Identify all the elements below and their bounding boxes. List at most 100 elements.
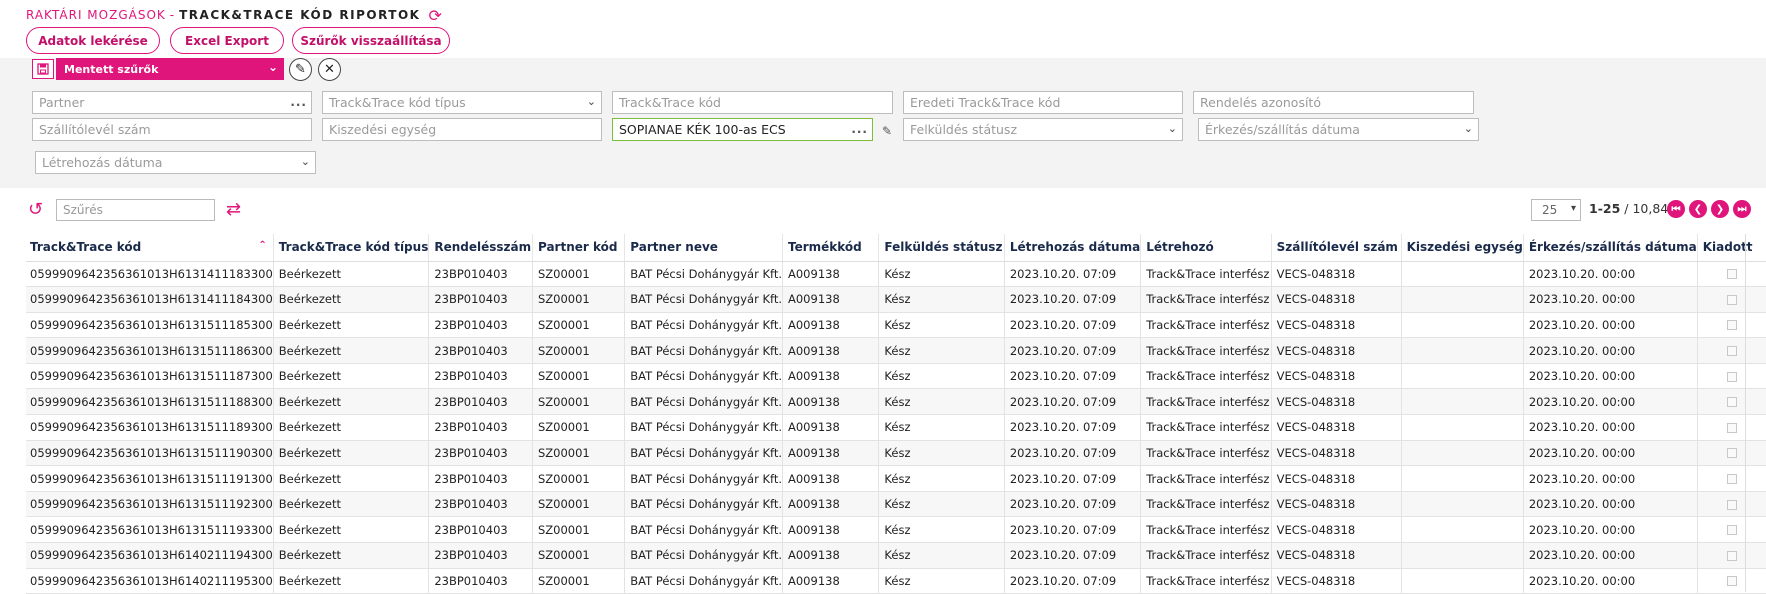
- cell-partner-code: SZ00001: [531, 312, 625, 339]
- table-row[interactable]: 0599909642356361013H6131511191300 Beérkez…: [26, 465, 1766, 492]
- cell-order-number: 23BP010403: [428, 312, 533, 339]
- tt-type-select[interactable]: Track&Trace kód típus ⌄: [322, 91, 602, 114]
- column-header-arrival-date[interactable]: Érkezés/szállítás dátuma: [1522, 234, 1698, 262]
- issued-checkbox[interactable]: [1726, 397, 1737, 408]
- last-page-button[interactable]: ⏭: [1733, 200, 1751, 218]
- table-row[interactable]: 0599909642356361013H6140211195300 Beérkez…: [26, 568, 1766, 594]
- cell-tt-type: Beérkezett: [272, 491, 429, 518]
- cell-send-status: Kész: [878, 568, 1005, 594]
- last-page-icon: ⏭: [1737, 203, 1747, 215]
- column-header-order-number[interactable]: Rendelésszám: [428, 234, 533, 262]
- sort-asc-icon[interactable]: ⌃: [258, 240, 266, 251]
- table-row[interactable]: 0599909642356361013H6131411183300 Beérkez…: [26, 261, 1766, 288]
- issued-checkbox[interactable]: [1726, 499, 1737, 510]
- cell-arrival-date: 2023.10.20. 00:00: [1522, 491, 1698, 518]
- more-icon[interactable]: ...: [851, 122, 868, 136]
- column-header-unit[interactable]: Kiszedési egység: [1400, 234, 1524, 262]
- column-header-creator[interactable]: Létrehozó: [1140, 234, 1272, 262]
- issued-checkbox[interactable]: [1726, 448, 1737, 459]
- issued-checkbox[interactable]: [1726, 294, 1737, 305]
- column-header-send-status[interactable]: Felküldés státusz: [878, 234, 1005, 262]
- chevron-down-icon: ▾: [1570, 203, 1576, 214]
- cell-partner-code: SZ00001: [531, 261, 625, 288]
- cell-product-code: A009138: [781, 542, 879, 569]
- cell-order-number: 23BP010403: [428, 286, 533, 313]
- column-header-partner-code[interactable]: Partner kód: [531, 234, 625, 262]
- cell-partner-code: SZ00001: [531, 440, 625, 467]
- table-row[interactable]: 0599909642356361013H6140211194300 Beérkez…: [26, 542, 1766, 569]
- send-status-select[interactable]: Felküldés státusz ⌄: [903, 118, 1183, 141]
- breadcrumb-parent[interactable]: RAKTÁRI MOZGÁSOK: [26, 8, 166, 22]
- cell-unit: [1400, 337, 1524, 364]
- table-row[interactable]: 0599909642356361013H6131511189300 Beérkez…: [26, 414, 1766, 441]
- product-field[interactable]: SOPIANAE KÉK 100-as ECS ...: [612, 118, 873, 141]
- first-page-button[interactable]: ⏮: [1667, 200, 1685, 218]
- delete-saved-filter-button[interactable]: ✕: [318, 58, 341, 81]
- reset-icon[interactable]: ↺: [28, 199, 43, 220]
- arrival-date-select[interactable]: Érkezés/szállítás dátuma ⌄: [1198, 118, 1479, 141]
- excel-export-button[interactable]: Excel Export: [170, 27, 284, 54]
- cell-delivery-note: VECS-048318: [1270, 440, 1402, 467]
- tt-code-input[interactable]: Track&Trace kód: [612, 91, 893, 114]
- table-row[interactable]: 0599909642356361013H6131511192300 Beérkez…: [26, 491, 1766, 518]
- column-header-created-date[interactable]: Létrehozás dátuma: [1003, 234, 1141, 262]
- table-row[interactable]: 0599909642356361013H6131511188300 Beérkez…: [26, 388, 1766, 416]
- cell-product-code: A009138: [781, 440, 879, 467]
- more-icon[interactable]: ...: [290, 95, 307, 109]
- column-header-tt-code[interactable]: Track&Trace kód ⌃: [26, 234, 274, 262]
- issued-checkbox[interactable]: [1726, 474, 1737, 485]
- chevron-down-icon: ⌄: [300, 155, 310, 168]
- saved-filters-select[interactable]: Mentett szűrők ⌄: [56, 58, 284, 80]
- cell-creator: Track&Trace interfész: [1140, 491, 1272, 518]
- issued-checkbox[interactable]: [1726, 550, 1737, 561]
- unit-input[interactable]: Kiszedési egység: [322, 118, 602, 141]
- orig-tt-code-placeholder: Eredeti Track&Trace kód: [910, 95, 1061, 110]
- edit-icon[interactable]: ✎: [882, 124, 892, 138]
- chevron-down-icon: ⌄: [586, 95, 596, 108]
- page-size-value: 25: [1542, 203, 1558, 217]
- save-filter-icon[interactable]: [32, 59, 54, 79]
- swap-icon[interactable]: ⇄: [226, 199, 241, 220]
- prev-page-button[interactable]: ❮: [1689, 200, 1707, 218]
- order-id-input[interactable]: Rendelés azonosító: [1193, 91, 1474, 114]
- reset-filters-button[interactable]: Szűrők visszaállítása: [292, 27, 450, 54]
- orig-tt-code-input[interactable]: Eredeti Track&Trace kód: [903, 91, 1183, 114]
- cell-delivery-note: VECS-048318: [1270, 337, 1402, 364]
- page-size-select[interactable]: 25 ▾: [1531, 199, 1581, 221]
- unit-placeholder: Kiszedési egység: [329, 122, 437, 137]
- created-date-select[interactable]: Létrehozás dátuma ⌄: [35, 151, 316, 174]
- close-icon: ✕: [324, 62, 335, 77]
- column-header-delivery-note[interactable]: Szállítólevél szám: [1270, 234, 1402, 262]
- column-header-issued[interactable]: Kiadott: [1696, 234, 1766, 262]
- cell-order-number: 23BP010403: [428, 542, 533, 569]
- cell-unit: [1400, 414, 1524, 441]
- edit-saved-filter-button[interactable]: ✎: [289, 58, 312, 81]
- refresh-icon[interactable]: ⟳: [428, 6, 442, 25]
- next-page-button[interactable]: ❯: [1711, 200, 1729, 218]
- fetch-data-button[interactable]: Adatok lekérése: [26, 27, 160, 54]
- cell-creator: Track&Trace interfész: [1140, 568, 1272, 594]
- search-input[interactable]: Szűrés: [56, 199, 215, 221]
- table-row[interactable]: 0599909642356361013H6131511185300 Beérkez…: [26, 312, 1766, 339]
- cell-delivery-note: VECS-048318: [1270, 388, 1402, 416]
- cell-partner-name: BAT Pécsi Dohánygyár Kft.: [624, 516, 783, 544]
- table-row[interactable]: 0599909642356361013H6131511190300 Beérkez…: [26, 440, 1766, 467]
- issued-checkbox[interactable]: [1726, 422, 1737, 433]
- cell-partner-code: SZ00001: [531, 286, 625, 313]
- issued-checkbox[interactable]: [1726, 269, 1737, 280]
- delivery-note-input[interactable]: Szállítólevél szám: [32, 118, 312, 141]
- issued-checkbox[interactable]: [1726, 371, 1737, 382]
- column-header-partner-name[interactable]: Partner neve: [624, 234, 783, 262]
- table-row[interactable]: 0599909642356361013H6131511187300 Beérkez…: [26, 363, 1766, 390]
- issued-checkbox[interactable]: [1726, 576, 1737, 587]
- issued-checkbox[interactable]: [1726, 320, 1737, 331]
- issued-checkbox[interactable]: [1726, 346, 1737, 357]
- table-row[interactable]: 0599909642356361013H6131511193300 Beérkez…: [26, 516, 1766, 544]
- table-row[interactable]: 0599909642356361013H6131511186300 Beérkez…: [26, 337, 1766, 364]
- table-row[interactable]: 0599909642356361013H6131411184300 Beérkez…: [26, 286, 1766, 313]
- partner-field[interactable]: Partner ...: [32, 91, 312, 114]
- issued-checkbox[interactable]: [1726, 525, 1737, 536]
- column-header-product-code[interactable]: Termékkód: [781, 234, 879, 262]
- column-header-tt-type[interactable]: Track&Trace kód típus: [272, 234, 429, 262]
- cell-tt-code: 0599909642356361013H6140211195300: [26, 568, 274, 594]
